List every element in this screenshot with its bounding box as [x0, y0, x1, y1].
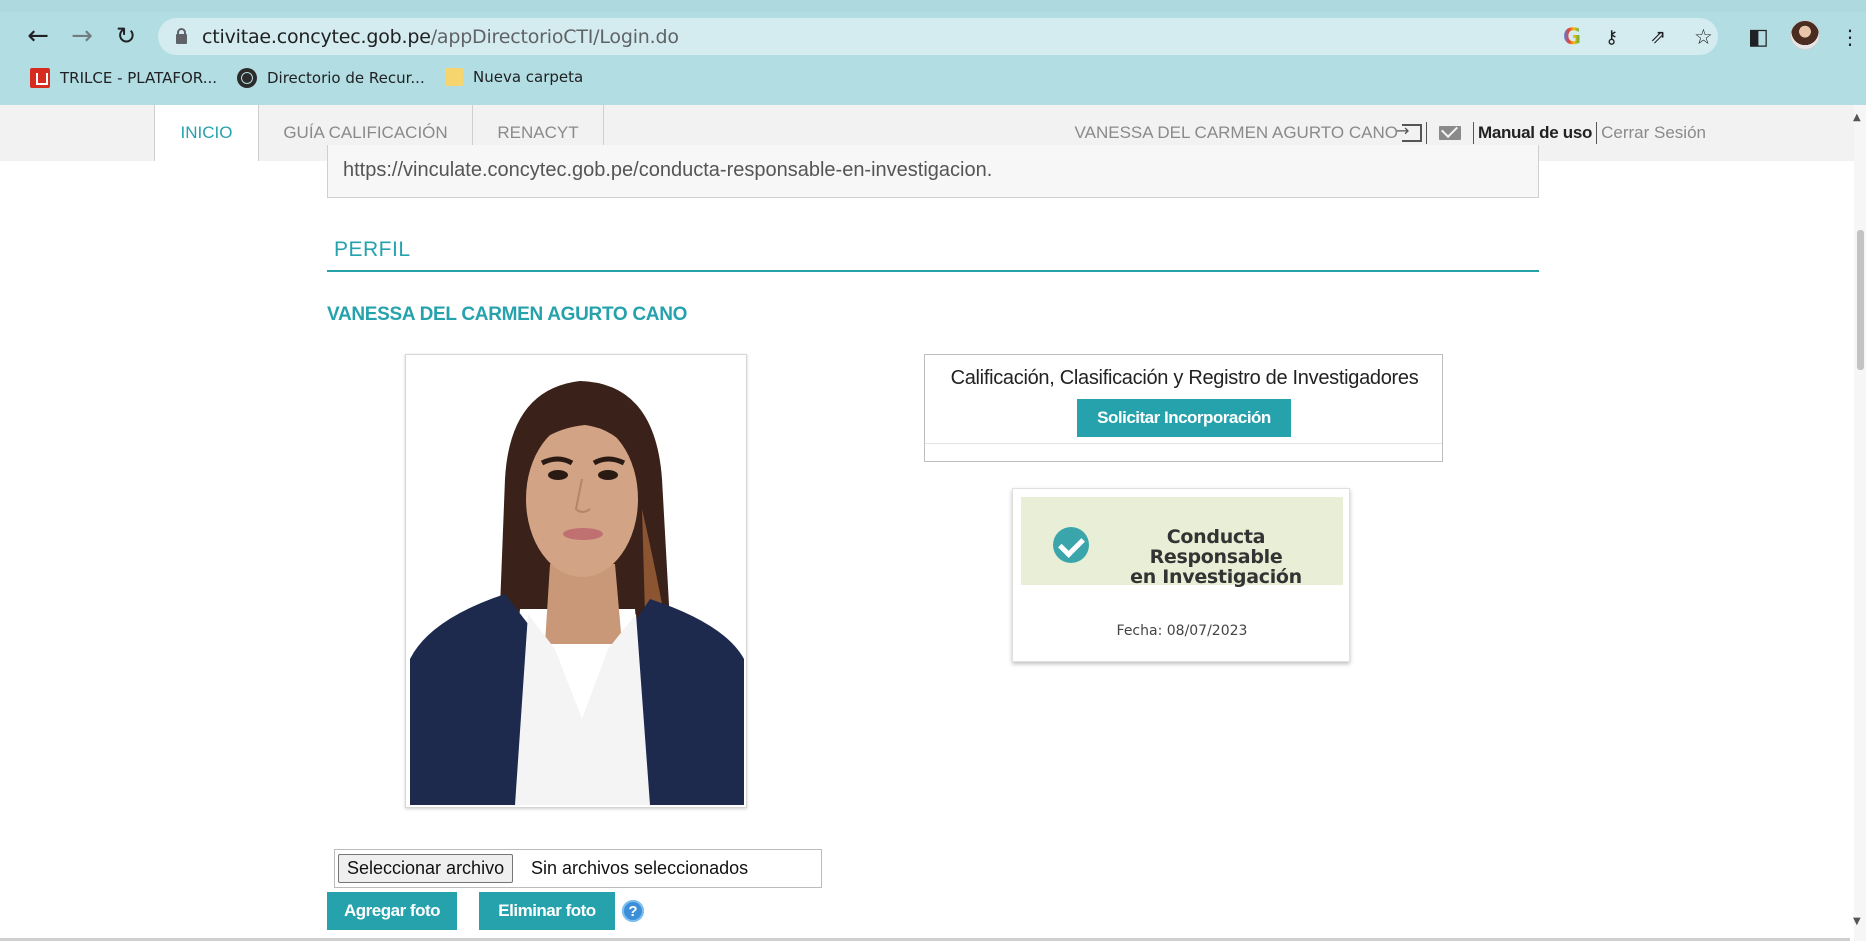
divider: [1596, 122, 1598, 144]
bookmark-label: TRILCE - PLATAFOR...: [60, 69, 217, 87]
panel-divider: [925, 443, 1442, 444]
calificacion-title: Calificación, Clasificación y Registro d…: [950, 367, 1419, 389]
logout-link[interactable]: Cerrar Sesión: [1601, 123, 1706, 143]
bookmark-label: Directorio de Recur...: [267, 69, 425, 87]
lock-icon[interactable]: [176, 28, 187, 44]
profile-arrow-icon[interactable]: [1396, 121, 1422, 142]
solicitar-incorporacion-button[interactable]: Solicitar Incorporación: [1077, 399, 1291, 437]
bookmark-nueva-carpeta[interactable]: Nueva carpeta: [445, 68, 583, 86]
key-icon[interactable]: ⚷: [1605, 24, 1618, 50]
person-name: VANESSA DEL CARMEN AGURTO CANO: [327, 304, 688, 325]
profile-photo: [405, 354, 747, 808]
divider: [1425, 122, 1427, 144]
divider: [1472, 122, 1474, 144]
select-file-button[interactable]: Seleccionar archivo: [338, 854, 514, 883]
google-icon[interactable]: G: [1563, 24, 1581, 50]
badge-line-1: Conducta Responsable: [1149, 526, 1283, 568]
profile-avatar[interactable]: [1790, 20, 1820, 50]
star-icon[interactable]: ☆: [1694, 24, 1713, 50]
badge-banner: Conducta Responsable en Investigación: [1021, 497, 1343, 587]
sidebar-icon[interactable]: ◧: [1748, 24, 1769, 50]
user-name-link[interactable]: VANESSA DEL CARMEN AGURTO CANO: [1075, 123, 1398, 143]
url-path: /appDirectorioCTI/Login.do: [430, 26, 679, 48]
help-icon[interactable]: ?: [622, 900, 644, 922]
manual-link[interactable]: Manual de uso: [1478, 123, 1592, 143]
badge-line-2: en Investigación: [1130, 566, 1302, 588]
info-url-text: https://vinculate.concytec.gob.pe/conduc…: [343, 159, 993, 181]
scroll-up-icon[interactable]: ▲: [1853, 112, 1861, 123]
reload-icon[interactable]: ↻: [110, 20, 142, 52]
scroll-down-icon[interactable]: ▼: [1853, 916, 1861, 927]
conducta-responsable-badge[interactable]: Conducta Responsable en Investigación Fe…: [1012, 488, 1350, 662]
mail-icon[interactable]: [1438, 126, 1461, 140]
share-icon[interactable]: ⇗: [1650, 24, 1666, 50]
forward-icon[interactable]: →: [66, 20, 98, 52]
bookmark-trilce[interactable]: TRILCE - PLATAFOR...: [30, 68, 217, 88]
file-status: Sin archivos seleccionados: [531, 858, 749, 878]
globe-icon: [237, 68, 257, 88]
delete-photo-button[interactable]: Eliminar foto: [479, 892, 615, 930]
url-domain: ctivitae.concytec.gob.pe: [202, 26, 431, 48]
add-photo-button[interactable]: Agregar foto: [327, 892, 457, 930]
badge-title: Conducta Responsable en Investigación: [1101, 527, 1331, 587]
badge-date: Fecha: 08/07/2023: [1116, 623, 1248, 639]
trilce-icon: [30, 68, 50, 88]
portrait-image: [410, 359, 744, 805]
calificacion-panel: Calificación, Clasificación y Registro d…: [924, 354, 1443, 462]
info-url-box: https://vinculate.concytec.gob.pe/conduc…: [327, 145, 1539, 198]
section-divider: [327, 270, 1539, 272]
photo-file-input[interactable]: Seleccionar archivo Sin archivos selecci…: [334, 849, 822, 888]
tab-inicio[interactable]: INICIO: [154, 105, 259, 161]
section-title: PERFIL: [334, 238, 411, 261]
bookmark-directorio[interactable]: Directorio de Recur...: [237, 68, 425, 88]
back-icon[interactable]: ←: [22, 20, 54, 52]
bookmark-label: Nueva carpeta: [473, 68, 584, 86]
menu-icon[interactable]: ⋮: [1840, 24, 1860, 50]
scrollbar-thumb[interactable]: [1857, 230, 1864, 370]
url-text[interactable]: ctivitae.concytec.gob.pe/appDirectorioCT…: [202, 26, 679, 48]
folder-icon: [445, 68, 463, 86]
check-icon: [1053, 527, 1089, 563]
browser-tabstrip: [0, 0, 1866, 12]
